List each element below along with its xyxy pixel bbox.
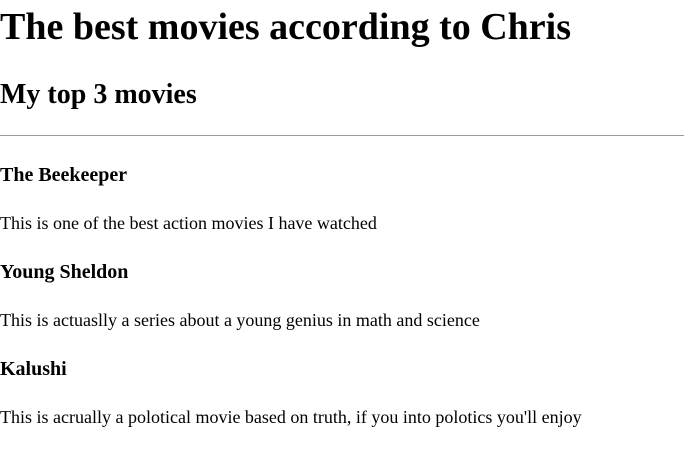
movie-title: The Beekeeper: [0, 164, 128, 186]
movie-title: Kalushi: [0, 358, 67, 380]
page-title: The best movies according to Chris: [0, 6, 572, 48]
movie-description: This is actuaslly a series about a young…: [0, 310, 480, 330]
divider: [0, 135, 684, 136]
movie-description: This is acrually a polotical movie based…: [0, 407, 582, 427]
movie-title: Young Sheldon: [0, 261, 129, 283]
section-subtitle: My top 3 movies: [0, 79, 197, 110]
movie-description: This is one of the best action movies I …: [0, 213, 377, 233]
